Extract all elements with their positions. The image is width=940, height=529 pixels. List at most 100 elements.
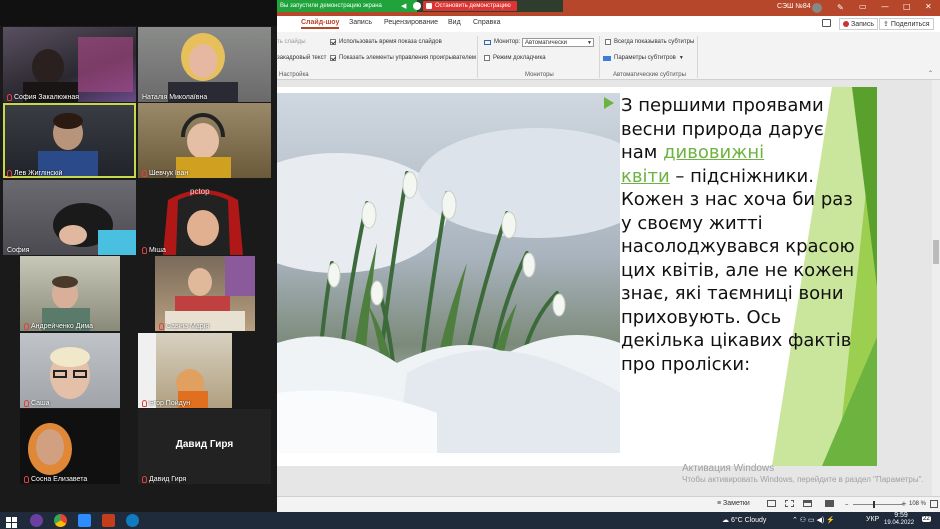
checkbox-checked [330, 55, 336, 61]
notification-count[interactable]: 22 [922, 516, 931, 522]
video-tile[interactable]: pctop Міша [138, 180, 271, 255]
activation-watermark-title: Активация Windows [682, 463, 775, 474]
minimize-button[interactable]: — [881, 2, 889, 11]
ribbon-tabs: Слайд-шоу Запись Рецензирование Вид Спра… [277, 16, 940, 32]
audio-icon[interactable]: ◀ [401, 2, 409, 10]
zoom-slider[interactable] [853, 504, 903, 505]
video-tile-no-video[interactable]: Давид Гиря Давид Гиря [138, 409, 271, 484]
video-tile[interactable]: Егор Пойдун [138, 333, 232, 408]
snowdrops-image [277, 93, 620, 453]
participant-video [38, 113, 98, 178]
avatar[interactable] [812, 3, 822, 13]
participant-video [165, 256, 255, 331]
viber-icon[interactable] [30, 514, 43, 527]
share-button[interactable]: ⇪ Поделиться [879, 18, 934, 30]
share-icon: ⇪ [883, 21, 889, 28]
caption-settings-button[interactable]: Параметры субтитров ▼ [603, 55, 684, 61]
video-tile[interactable]: Савіна Марія [155, 256, 255, 331]
video-tile[interactable]: Сосна Елизавета [20, 409, 120, 484]
zoom-level[interactable]: 108 % [909, 501, 926, 507]
scrollbar-thumb[interactable] [933, 240, 939, 264]
zoom-out-icon[interactable]: – [845, 500, 849, 508]
slide-text-line: весни природа дарує [621, 118, 824, 140]
zoom-in-icon[interactable]: + [901, 500, 907, 508]
edge-icon[interactable] [126, 514, 139, 527]
mic-muted-icon [159, 323, 164, 330]
chevron-down-icon: ▼ [587, 40, 592, 46]
slideshow-view-icon[interactable] [825, 500, 834, 507]
highlighted-link[interactable]: дивовижні [663, 142, 764, 163]
powerpoint-window: СЭШ №84 ✎ ▭ — □ ✕ Слайд-шоу Запись Рецен… [277, 0, 940, 512]
shield-icon[interactable] [413, 2, 421, 10]
participant-video [23, 37, 133, 102]
participant-name: Давид Гиря [149, 476, 187, 483]
cloud-icon: ☁ [722, 517, 731, 524]
tab-view[interactable]: Вид [448, 19, 461, 26]
close-button[interactable]: ✕ [925, 2, 932, 11]
clock-date[interactable]: 19.04.2022 [884, 520, 914, 526]
ribbon-display-icon[interactable]: ▭ [859, 2, 867, 11]
tab-record[interactable]: Запись [349, 19, 372, 26]
monitor-select[interactable]: Автоматически ▼ [522, 38, 594, 47]
tab-slideshow[interactable]: Слайд-шоу [301, 19, 340, 29]
participant-name: Лев Жиглінскій [14, 170, 63, 177]
tray-icons[interactable]: ⌃ ⚇ ▭ ◀) ⚡ [792, 516, 835, 524]
monitor-icon [484, 39, 491, 45]
record-dot-icon [843, 21, 849, 27]
presenter-view-checkbox[interactable]: Режим докладчика [484, 55, 546, 61]
highlighted-link[interactable]: квіти [621, 166, 670, 187]
weather-widget[interactable]: ☁ 6°C Cloudy [722, 516, 766, 524]
checkbox-checked [330, 39, 336, 45]
video-tile-active-speaker[interactable]: Лев Жиглінскій [3, 103, 136, 178]
video-tile[interactable]: Наталія Миколаївна [138, 27, 271, 102]
always-show-captions-checkbox[interactable]: Всегда показывать субтитры [605, 39, 694, 45]
slide-text-line: З першими проявами [621, 95, 824, 116]
participant-display-name: Давид Гиря [175, 439, 234, 450]
ribbon-separator [697, 36, 698, 78]
group-label-monitors: Мониторы [525, 72, 554, 78]
normal-view-icon[interactable] [767, 500, 776, 507]
collapse-ribbon-icon[interactable]: ⌃ [928, 70, 933, 77]
slide[interactable]: З першими проявами весни природа дарує н… [277, 87, 877, 466]
video-tile[interactable]: София Закалюжная [3, 27, 136, 102]
show-media-controls-checkbox[interactable]: Показать элементы управления проигрывате… [330, 55, 476, 61]
video-tile[interactable]: Шевчук Іван [138, 103, 271, 178]
video-tile[interactable]: Саша [20, 333, 120, 408]
narration-button[interactable]: закадровый текст [277, 55, 326, 61]
chrome-icon[interactable] [54, 514, 67, 527]
windows-start-icon[interactable] [6, 514, 19, 528]
bullet-arrow-icon [604, 97, 614, 109]
input-language[interactable]: УКР [866, 516, 879, 523]
zoom-icon[interactable] [78, 514, 91, 527]
participant-name: Андрейченко Дима [31, 323, 94, 330]
participant-name: София [7, 247, 30, 254]
notes-button[interactable]: ≡ Заметки [717, 500, 750, 507]
participant-video [138, 333, 208, 408]
participant-video [176, 113, 231, 178]
comments-icon[interactable] [822, 19, 831, 27]
vertical-scrollbar[interactable] [932, 80, 940, 496]
maximize-button[interactable]: □ [903, 2, 911, 11]
use-timings-checkbox[interactable]: Использовать время показа слайдов [330, 39, 442, 45]
clock-time[interactable]: 9:59 [886, 512, 916, 519]
powerpoint-icon[interactable] [102, 514, 115, 527]
screen: София Закалюжная Наталія Миколаївна Лев … [0, 0, 940, 529]
zoom-slider-thumb[interactable] [873, 501, 875, 508]
activation-watermark-subtitle: Чтобы активировать Windows, перейдите в … [682, 475, 924, 484]
account-name[interactable]: СЭШ №84 [777, 3, 811, 10]
stop-share-button[interactable]: Остановить демонстрацию [423, 1, 517, 11]
hide-slides-button[interactable]: ть слайды [277, 39, 306, 45]
svg-text:pctop: pctop [190, 187, 210, 196]
participant-video [53, 203, 136, 255]
mic-muted-icon [142, 476, 147, 483]
tab-review[interactable]: Рецензирование [384, 19, 438, 26]
pen-icon[interactable]: ✎ [837, 3, 844, 12]
reading-view-icon[interactable] [803, 500, 812, 507]
record-button[interactable]: Запись [839, 18, 878, 30]
tab-help[interactable]: Справка [473, 19, 500, 26]
video-tile[interactable]: София [3, 180, 136, 255]
slide-sorter-icon[interactable] [785, 500, 794, 507]
mic-muted-icon [142, 400, 147, 407]
fit-slide-icon[interactable] [930, 500, 938, 508]
video-tile[interactable]: Андрейченко Дима [20, 256, 120, 331]
